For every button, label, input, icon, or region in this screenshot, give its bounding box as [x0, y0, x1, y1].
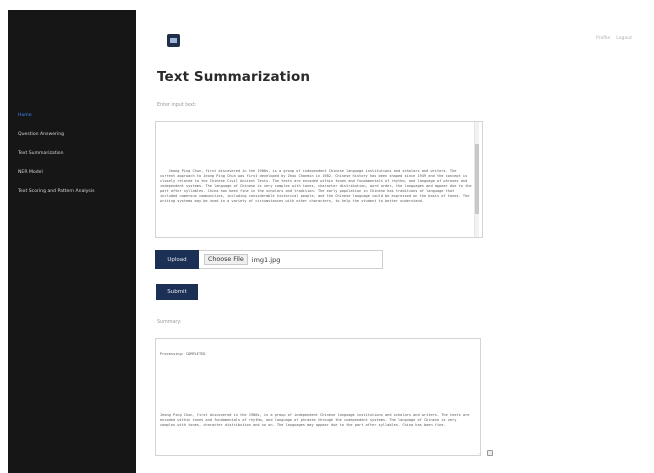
resize-handle-icon[interactable]: [487, 450, 493, 456]
submit-button[interactable]: Submit: [156, 284, 198, 300]
sidebar-item-home[interactable]: Home: [18, 106, 134, 125]
sidebar-item-text-scoring-and-pattern-analysis[interactable]: Text Scoring and Pattern Analysis: [18, 182, 134, 201]
profile-link[interactable]: Profile: [596, 36, 610, 41]
summary-label: Summary:: [157, 320, 182, 325]
input-label: Enter input text:: [157, 103, 197, 108]
sidebar: Home Question Answering Text Summarization…: [8, 10, 136, 473]
top-links: Profile Logout: [596, 36, 632, 41]
resize-dots-icon: ··: [478, 451, 481, 456]
input-text: Jeong Ping Chun, first discovered in the…: [160, 169, 474, 203]
sidebar-item-ner-model[interactable]: NER Model: [18, 163, 134, 182]
input-scrollbar-thumb[interactable]: [475, 144, 479, 214]
summary-text: Jeong Ping Chun, first discovered in the…: [160, 413, 472, 427]
app-logo-icon[interactable]: [167, 34, 180, 47]
upload-row: Upload Choose File img1.jpg: [155, 250, 383, 269]
upload-button[interactable]: Upload: [155, 250, 199, 269]
sidebar-item-question-answering[interactable]: Question Answering: [18, 125, 134, 144]
file-name: img1.jpg: [251, 255, 281, 264]
summary-textarea[interactable]: Processing: COMPLETED Jeong Ping Chun, f…: [155, 338, 481, 456]
input-scrollbar[interactable]: [474, 122, 479, 237]
logout-link[interactable]: Logout: [616, 36, 632, 41]
page-title: Text Summarization: [157, 69, 311, 85]
choose-file-button[interactable]: Choose File: [204, 254, 248, 265]
app-window: Home Question Answering Text Summarization…: [0, 0, 654, 473]
summary-header: Processing: COMPLETED: [160, 352, 206, 356]
sidebar-nav: Home Question Answering Text Summarization…: [18, 106, 134, 201]
file-input[interactable]: Choose File img1.jpg: [199, 250, 383, 269]
input-textarea[interactable]: Jeong Ping Chun, first discovered in the…: [155, 121, 483, 238]
sidebar-item-text-summarization[interactable]: Text Summarization: [18, 144, 134, 163]
